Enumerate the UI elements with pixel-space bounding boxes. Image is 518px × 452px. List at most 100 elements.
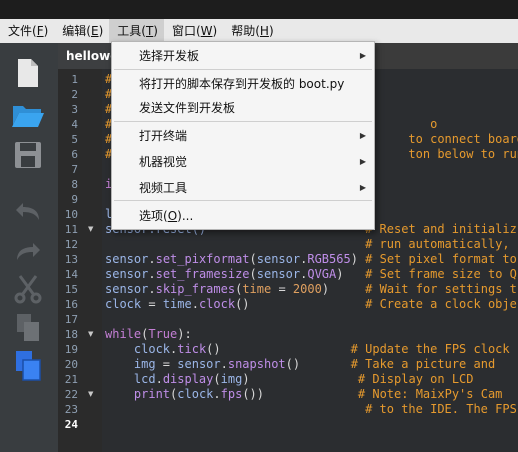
menu-item-machine-vision[interactable]: 机器视觉 ▶ [112,150,374,174]
menu-item-video-tools[interactable]: 视频工具 ▶ [112,176,374,200]
code-token: ( [213,372,221,386]
code-token: while [105,327,142,341]
code-token: ) [350,252,366,266]
code-token: ) [336,267,366,281]
copy-icon[interactable] [10,309,46,345]
code-token: # Display on LCD [357,372,474,386]
code-token: . [148,252,156,266]
paste-icon[interactable] [10,347,46,383]
menu-bar: 文件(F) 编辑(E) 工具(T) 窗口(W) 帮助(H) [0,19,518,43]
menu-label: 编辑( [62,24,91,38]
menu-item-label: 视频工具 [139,181,188,195]
line-number: 2 [71,88,78,101]
menu-label-end: ) [212,24,218,38]
code-token: = [271,282,293,296]
code-token: 2000 [292,282,322,296]
code-token: tick [177,342,207,356]
code-line: clock = time.clock() # Create a clock ob… [105,297,517,312]
menu-tools[interactable]: 工具(T) [109,19,164,43]
redo-icon[interactable] [10,233,46,269]
submenu-arrow-icon: ▶ [359,131,366,140]
code-token: () [206,342,351,356]
code-token: sensor [256,267,301,281]
code-line: print(clock.fps()) # Note: MaixPy's Cam [105,387,510,402]
code-token: clock [198,297,236,311]
menu-separator [114,121,372,122]
code-token: . [220,357,228,371]
menu-file[interactable]: 文件(F) [0,19,54,43]
submenu-arrow-icon: ▶ [359,183,366,192]
menu-item-save-boot[interactable]: 将打开的脚本保存到开发板的 boot.py [112,72,374,96]
left-toolbar [0,43,58,452]
code-token: time [242,282,272,296]
menu-item-label: 打开终端 [139,129,188,143]
menu-label-end: )... [177,209,194,223]
line-number: 17 [64,313,78,326]
code-token: ()) [242,387,358,401]
code-token: # run automatically, [105,237,517,251]
code-token: clock [105,297,142,311]
code-token: ( [249,267,257,281]
code-line: # to the IDE. The FPS [105,402,517,417]
line-number: 24 [64,418,78,431]
tab-hellowo[interactable]: hellowo [58,43,118,69]
menu-mnemonic: W [200,24,213,38]
new-file-icon[interactable] [10,55,46,91]
menu-label-end: ) [268,24,274,38]
menu-item-label: 发送文件到开发板 [139,101,236,115]
code-token: fps [220,387,243,401]
code-token: img [105,357,156,371]
code-token: # to the IDE. The FPS [105,402,517,416]
fold-marker-icon[interactable]: ▼ [88,387,93,402]
menu-item-options[interactable]: 选项(O)... [112,204,374,228]
menu-help[interactable]: 帮助(H) [223,19,279,43]
code-line: sensor.skip_frames(time = 2000) # Wait f… [105,282,517,297]
code-line: sensor.set_framesize(sensor.QVGA) # Set … [105,267,517,282]
code-token: clock [177,387,214,401]
line-number: 7 [71,163,78,176]
code-token: # Set pixel format to [365,252,517,266]
code-token: ): [177,327,192,341]
menu-item-open-terminal[interactable]: 打开终端 ▶ [112,124,374,148]
line-number: 22 [64,388,78,401]
line-number: 19 [64,343,78,356]
menu-label: 文件( [8,24,37,38]
line-number: 5 [71,133,78,146]
fold-marker-icon[interactable]: ▼ [88,327,93,342]
code-token: sensor [256,252,301,266]
menu-label-end: ) [98,24,104,38]
menu-edit[interactable]: 编辑(E) [54,19,109,43]
code-token: sensor [105,252,149,266]
menu-item-select-board[interactable]: 选择开发板 ▶ [112,44,374,68]
menu-item-label: 选项( [139,209,168,223]
menu-separator [114,69,372,70]
submenu-arrow-icon: ▶ [359,157,366,166]
open-folder-icon[interactable] [10,97,46,133]
code-token: set_framesize [155,267,250,281]
menu-label: 窗口( [171,24,201,38]
menu-item-send-file[interactable]: 发送文件到开发板 [112,96,374,120]
line-number: 4 [71,118,78,131]
code-token: time [162,297,192,311]
menu-mnemonic: E [90,24,99,38]
line-number: 6 [71,148,78,161]
code-token: sensor [105,282,149,296]
code-token: sensor [105,267,149,281]
save-icon[interactable] [10,137,46,173]
line-number: 12 [64,238,78,251]
code-token: True [148,327,178,341]
menu-window[interactable]: 窗口(W) [164,19,223,43]
fold-marker-icon[interactable]: ▼ [88,222,93,237]
line-number: 14 [64,268,78,281]
menu-item-label: 选择开发板 [139,49,200,63]
line-number: 8 [71,178,78,191]
code-line: # run automatically, [105,237,517,252]
undo-icon[interactable] [10,193,46,229]
code-token: RGB565 [307,252,351,266]
code-line: clock.tick() # Update the FPS clock [105,342,510,357]
line-number: 16 [64,298,78,311]
menu-mnemonic: H [259,24,269,38]
cut-icon[interactable] [10,271,46,307]
menu-separator [114,200,372,201]
code-line: sensor.set_pixformat(sensor.RGB565) # Se… [105,252,517,267]
